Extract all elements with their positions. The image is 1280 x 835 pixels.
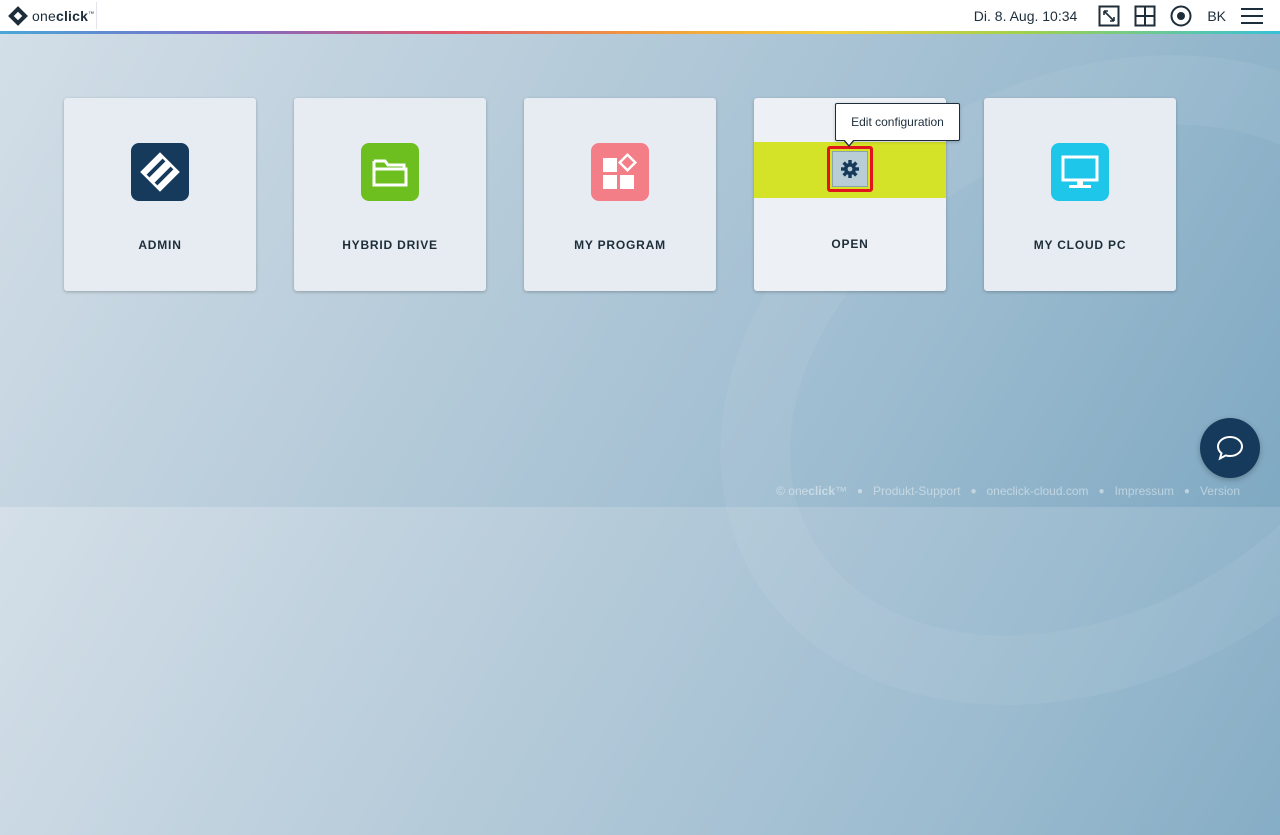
date-time: Di. 8. Aug. 10:34 xyxy=(973,7,1078,24)
footer-link-version[interactable]: Version xyxy=(1200,484,1240,498)
tile-label: ADMIN xyxy=(138,238,182,252)
footer-link-produkt-support[interactable]: Produkt-Support xyxy=(873,484,960,498)
tile-admin[interactable]: ADMIN xyxy=(64,98,256,291)
footer-link-impressum[interactable]: Impressum xyxy=(1115,484,1174,498)
rainbow-accent-bar xyxy=(0,31,1280,34)
footer-copyright: © oneclick™ xyxy=(776,484,847,498)
tooltip: Edit configuration xyxy=(835,103,960,141)
grid-icon[interactable] xyxy=(1133,4,1157,28)
admin-diamond-icon xyxy=(131,143,189,201)
user-initials[interactable]: BK xyxy=(1207,8,1226,24)
program-blocks-icon xyxy=(591,143,649,201)
tooltip-arrow-fill xyxy=(844,139,854,145)
chat-button[interactable] xyxy=(1200,418,1260,478)
tile-hybrid-drive[interactable]: HYBRID DRIVE xyxy=(294,98,486,291)
footer: © oneclick™ ● Produkt-Support ● oneclick… xyxy=(776,484,1240,498)
tile-my-cloud-pc[interactable]: MY CLOUD PC xyxy=(984,98,1176,291)
tile-label: HYBRID DRIVE xyxy=(342,238,438,252)
tile-label: OPEN xyxy=(831,237,869,251)
footer-link-website[interactable]: oneclick-cloud.com xyxy=(986,484,1088,498)
hamburger-menu-icon[interactable] xyxy=(1240,4,1264,28)
folder-icon xyxy=(361,143,419,201)
oneclick-logo[interactable]: oneclick™ xyxy=(8,6,94,26)
record-icon[interactable] xyxy=(1169,4,1193,28)
top-bar: oneclick™ Di. 8. Aug. 10:34 BK xyxy=(0,0,1280,34)
chat-bubble-icon xyxy=(1216,435,1244,461)
edit-configuration-button[interactable] xyxy=(827,146,873,192)
oneclick-logo-icon xyxy=(8,6,28,26)
tooltip-text: Edit configuration xyxy=(851,115,944,129)
tile-label: MY PROGRAM xyxy=(574,238,666,252)
tile-label: MY CLOUD PC xyxy=(1033,238,1127,252)
divider xyxy=(96,2,97,29)
monitor-icon xyxy=(1051,143,1109,201)
gear-icon xyxy=(832,151,868,187)
header-controls: Di. 8. Aug. 10:34 BK xyxy=(974,0,1270,31)
fullscreen-icon[interactable] xyxy=(1097,4,1121,28)
tile-my-program[interactable]: MY PROGRAM xyxy=(524,98,716,291)
logo-text: oneclick™ xyxy=(32,8,95,24)
